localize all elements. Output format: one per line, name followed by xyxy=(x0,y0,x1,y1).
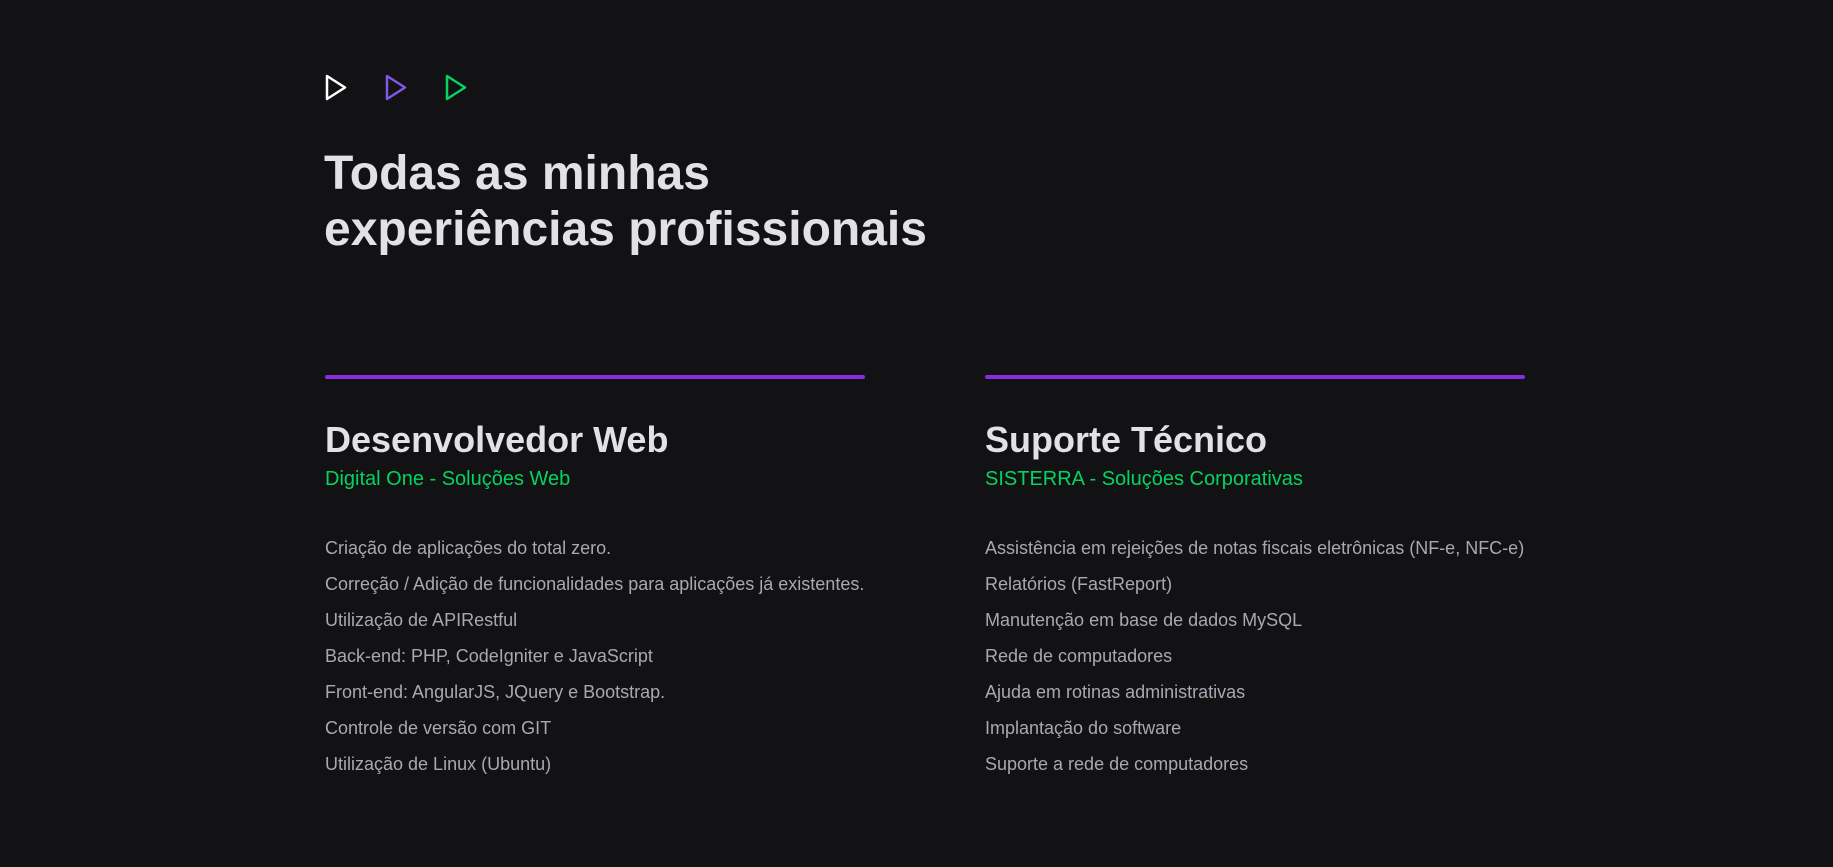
experience-card-web-developer: Desenvolvedor Web Digital One - Soluções… xyxy=(325,375,866,789)
list-item: Criação de aplicações do total zero. xyxy=(325,538,612,558)
list-item: Relatórios (FastReport) xyxy=(985,574,1173,594)
list-item: Ajuda em rotinas administrativas xyxy=(985,682,1246,702)
list-item: Front-end: AngularJS, JQuery e Bootstrap… xyxy=(325,682,666,702)
list-item: Correção / Adição de funcionalidades par… xyxy=(325,574,865,594)
page-title-line2: experiências profissionais xyxy=(324,203,927,256)
list-item: Utilização de APIRestful xyxy=(325,610,518,630)
list-item: Assistência em rejeições de notas fiscai… xyxy=(985,538,1525,558)
list-item: Rede de computadores xyxy=(985,646,1173,666)
list-item: Implantação do software xyxy=(985,718,1182,738)
accent-divider xyxy=(325,375,865,379)
experience-card-tech-support: Suporte Técnico SISTERRA - Soluções Corp… xyxy=(985,375,1526,789)
company-name: Digital One - Soluções Web xyxy=(325,468,571,490)
responsibility-list: Assistência em rejeições de notas fiscai… xyxy=(985,537,1526,775)
list-item: Back-end: PHP, CodeIgniter e JavaScript xyxy=(325,646,653,666)
play-outline-icon-white xyxy=(325,74,347,101)
job-role: Suporte Técnico xyxy=(985,419,1268,460)
page-title-line1: Todas as minhas xyxy=(324,147,710,200)
play-outline-icon-purple xyxy=(385,74,407,101)
company-name: SISTERRA - Soluções Corporativas xyxy=(985,468,1303,490)
page-title: Todas as minhas experiências profissiona… xyxy=(324,146,1024,258)
play-outline-icon-green xyxy=(445,74,467,101)
list-item: Controle de versão com GIT xyxy=(325,718,552,738)
list-item: Manutenção em base de dados MySQL xyxy=(985,610,1303,630)
job-role: Desenvolvedor Web xyxy=(325,419,669,460)
list-item: Suporte a rede de computadores xyxy=(985,754,1249,774)
list-item: Utilização de Linux (Ubuntu) xyxy=(325,754,552,774)
responsibility-list: Criação de aplicações do total zero. Cor… xyxy=(325,537,866,775)
accent-divider xyxy=(985,375,1525,379)
icon-row xyxy=(325,74,467,101)
experience-page: Todas as minhas experiências profissiona… xyxy=(0,0,1833,867)
